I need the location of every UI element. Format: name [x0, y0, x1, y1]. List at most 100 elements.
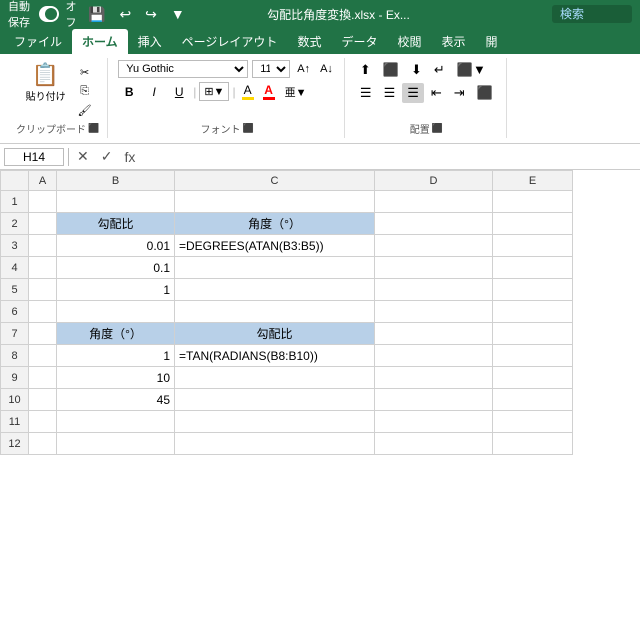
align-center-button[interactable]: ☰	[379, 83, 401, 103]
cell-a8[interactable]	[29, 345, 57, 367]
col-header-d[interactable]: D	[375, 171, 493, 191]
cell-a6[interactable]	[29, 301, 57, 323]
cell-d1[interactable]	[375, 191, 493, 213]
cell-d2[interactable]	[375, 213, 493, 235]
align-top-button[interactable]: ⬆	[355, 60, 376, 80]
row-header-1[interactable]: 1	[1, 191, 29, 213]
copy-button[interactable]: ⎘	[74, 83, 96, 100]
cell-e10[interactable]	[493, 389, 573, 411]
cell-b9[interactable]: 10	[57, 367, 175, 389]
cell-b1[interactable]	[57, 191, 175, 213]
cell-a2[interactable]	[29, 213, 57, 235]
cell-c11[interactable]	[175, 411, 375, 433]
cell-a12[interactable]	[29, 433, 57, 455]
tab-formulas[interactable]: 数式	[287, 29, 331, 54]
row-header-3[interactable]: 3	[1, 235, 29, 257]
cell-b4[interactable]: 0.1	[57, 257, 175, 279]
merge-button[interactable]: ⬛▼	[452, 60, 491, 80]
cell-reference-input[interactable]: H14	[4, 148, 64, 166]
cell-e2[interactable]	[493, 213, 573, 235]
increase-indent-button[interactable]: ⇥	[449, 83, 470, 103]
tab-view[interactable]: 表示	[431, 29, 475, 54]
cell-d10[interactable]	[375, 389, 493, 411]
cell-e9[interactable]	[493, 367, 573, 389]
cell-e12[interactable]	[493, 433, 573, 455]
wrap-text-button[interactable]: ↵	[429, 60, 450, 80]
cell-e5[interactable]	[493, 279, 573, 301]
cut-button[interactable]: ✂	[74, 64, 96, 81]
cell-d6[interactable]	[375, 301, 493, 323]
cell-c5[interactable]	[175, 279, 375, 301]
cell-b12[interactable]	[57, 433, 175, 455]
tab-file[interactable]: ファイル	[4, 29, 72, 54]
cell-e1[interactable]	[493, 191, 573, 213]
customize-qat-button[interactable]: ▼	[167, 4, 189, 24]
cell-e3[interactable]	[493, 235, 573, 257]
font-expand-icon[interactable]: ⬛	[242, 123, 253, 134]
row-header-12[interactable]: 12	[1, 433, 29, 455]
align-expand-icon[interactable]: ⬛	[432, 123, 443, 134]
row-header-8[interactable]: 8	[1, 345, 29, 367]
undo-button[interactable]: ↩	[115, 4, 135, 25]
cell-c8[interactable]: =TAN(RADIANS(B8:B10))	[175, 345, 375, 367]
align-bottom-button[interactable]: ⬇	[406, 60, 427, 80]
font-size-decrease-button[interactable]: A↓	[317, 61, 336, 77]
cell-c1[interactable]	[175, 191, 375, 213]
cell-e7[interactable]	[493, 323, 573, 345]
format-painter-button[interactable]: 🖌	[74, 102, 96, 119]
format-dropdown-button[interactable]: 亜▼	[281, 82, 311, 102]
cell-a5[interactable]	[29, 279, 57, 301]
cell-e4[interactable]	[493, 257, 573, 279]
cell-a4[interactable]	[29, 257, 57, 279]
italic-button[interactable]: I	[143, 83, 165, 101]
cell-e11[interactable]	[493, 411, 573, 433]
row-header-2[interactable]: 2	[1, 213, 29, 235]
cell-c6[interactable]	[175, 301, 375, 323]
cell-a9[interactable]	[29, 367, 57, 389]
cell-d5[interactable]	[375, 279, 493, 301]
cell-b7[interactable]: 角度（°）	[57, 323, 175, 345]
cell-c3[interactable]: =DEGREES(ATAN(B3:B5))	[175, 235, 375, 257]
cell-d11[interactable]	[375, 411, 493, 433]
font-name-select[interactable]: Yu Gothic	[118, 60, 248, 78]
row-header-5[interactable]: 5	[1, 279, 29, 301]
cell-a11[interactable]	[29, 411, 57, 433]
cell-e6[interactable]	[493, 301, 573, 323]
tab-home[interactable]: ホーム	[72, 29, 128, 54]
font-size-select[interactable]: 11	[252, 60, 290, 78]
row-header-10[interactable]: 10	[1, 389, 29, 411]
cell-c2[interactable]: 角度（°）	[175, 213, 375, 235]
tab-insert[interactable]: 挿入	[128, 29, 172, 54]
search-input[interactable]	[552, 5, 632, 23]
cell-b3[interactable]: 0.01	[57, 235, 175, 257]
cell-c7[interactable]: 勾配比	[175, 323, 375, 345]
col-header-e[interactable]: E	[493, 171, 573, 191]
tab-open[interactable]: 開	[476, 29, 508, 54]
cell-e8[interactable]	[493, 345, 573, 367]
cell-a10[interactable]	[29, 389, 57, 411]
cell-d9[interactable]	[375, 367, 493, 389]
insert-function-button[interactable]: fx	[120, 148, 139, 166]
cell-a3[interactable]	[29, 235, 57, 257]
fill-color-button[interactable]: A	[239, 81, 257, 102]
font-size-increase-button[interactable]: A↑	[294, 61, 313, 77]
decrease-indent-button[interactable]: ⇤	[426, 83, 447, 103]
cell-b5[interactable]: 1	[57, 279, 175, 301]
cell-d4[interactable]	[375, 257, 493, 279]
confirm-formula-button[interactable]: ✓	[97, 147, 117, 166]
bold-button[interactable]: B	[118, 83, 140, 101]
cell-c4[interactable]	[175, 257, 375, 279]
cell-d3[interactable]	[375, 235, 493, 257]
cancel-formula-button[interactable]: ✕	[73, 147, 93, 166]
align-extra-button[interactable]: ⬛	[472, 83, 498, 103]
redo-button[interactable]: ↪	[141, 4, 161, 25]
cell-d7[interactable]	[375, 323, 493, 345]
row-header-7[interactable]: 7	[1, 323, 29, 345]
cell-b8[interactable]: 1	[57, 345, 175, 367]
row-header-4[interactable]: 4	[1, 257, 29, 279]
tab-data[interactable]: データ	[331, 29, 387, 54]
clipboard-expand-icon[interactable]: ⬛	[88, 123, 99, 134]
tab-page-layout[interactable]: ページレイアウト	[172, 29, 288, 54]
align-left-button[interactable]: ☰	[355, 83, 377, 103]
row-header-11[interactable]: 11	[1, 411, 29, 433]
